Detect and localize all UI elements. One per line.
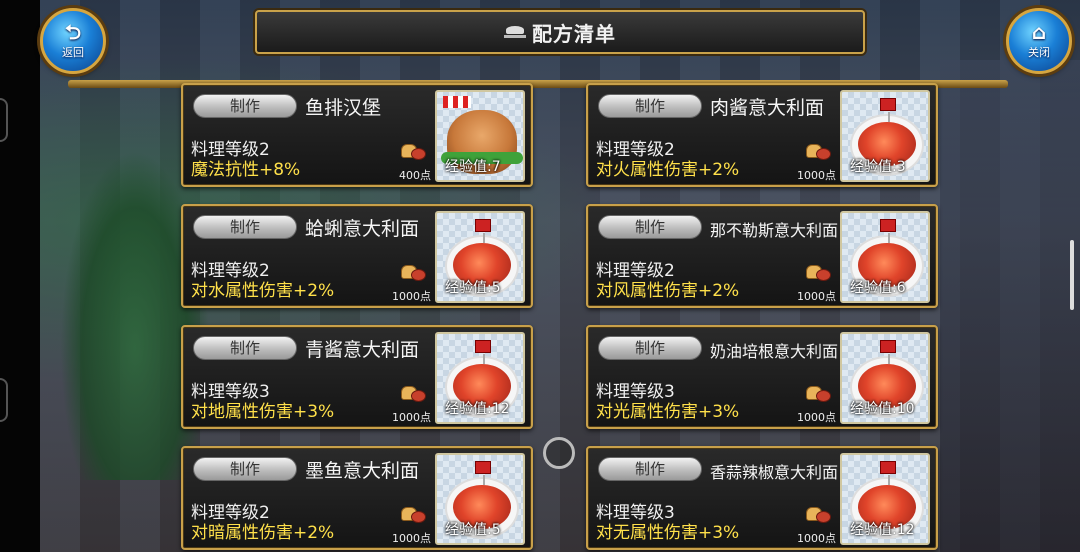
food-cost-icon bbox=[806, 382, 832, 404]
dish-effect: 对水属性伤害+2% bbox=[191, 281, 335, 301]
recipe-card: 制作 肉酱意大利面 料理等级2 对火属性伤害+2% 1000点 经验值:3 bbox=[586, 83, 938, 187]
home-icon: ⌂ bbox=[1031, 20, 1047, 44]
food-cost-icon bbox=[806, 503, 832, 525]
back-arrow-icon: ⮌ bbox=[64, 20, 82, 44]
close-button[interactable]: ⌂ 关闭 bbox=[1006, 8, 1072, 74]
make-button[interactable]: 制作 bbox=[193, 94, 297, 118]
dish-effect: 对暗属性伤害+2% bbox=[191, 523, 335, 543]
volume-down-key bbox=[0, 378, 8, 422]
dish-image-pasta: 经验值:10 bbox=[840, 332, 930, 424]
food-cost-icon bbox=[401, 261, 427, 283]
cost-points: 1000点 bbox=[797, 290, 836, 303]
touch-indicator bbox=[543, 437, 575, 469]
cost-points: 1000点 bbox=[392, 411, 431, 424]
dish-image-pasta: 经验值:3 bbox=[840, 90, 930, 182]
make-button[interactable]: 制作 bbox=[598, 94, 702, 118]
exp-value: 经验值:12 bbox=[445, 401, 510, 417]
dish-effect: 对光属性伤害+3% bbox=[596, 402, 740, 422]
cooking-pot-icon bbox=[504, 24, 526, 40]
dish-name: 青酱意大利面 bbox=[305, 339, 420, 361]
make-button[interactable]: 制作 bbox=[598, 457, 702, 481]
dish-effect: 对无属性伤害+3% bbox=[596, 523, 740, 543]
dish-image-pasta: 经验值:12 bbox=[435, 332, 525, 424]
cost-points: 400点 bbox=[399, 169, 431, 182]
dish-image-burger: 经验值:7 bbox=[435, 90, 525, 182]
recipe-card: 制作 奶油培根意大利面 料理等级3 对光属性伤害+3% 1000点 经验值:10 bbox=[586, 325, 938, 429]
dish-name: 肉酱意大利面 bbox=[710, 97, 825, 119]
dish-name: 墨鱼意大利面 bbox=[305, 460, 420, 482]
phone-bezel bbox=[0, 0, 40, 552]
dish-effect: 对火属性伤害+2% bbox=[596, 160, 740, 180]
recipe-card: 制作 墨鱼意大利面 料理等级2 对暗属性伤害+2% 1000点 经验值:5 bbox=[181, 446, 533, 550]
exp-value: 经验值:7 bbox=[445, 159, 501, 175]
dish-effect: 魔法抗性+8% bbox=[191, 160, 301, 180]
close-label: 关闭 bbox=[1028, 46, 1050, 59]
cost-points: 1000点 bbox=[797, 532, 836, 545]
recipe-card: 制作 青酱意大利面 料理等级3 对地属性伤害+3% 1000点 经验值:12 bbox=[181, 325, 533, 429]
cost-points: 1000点 bbox=[797, 411, 836, 424]
make-button[interactable]: 制作 bbox=[193, 215, 297, 239]
dish-image-pasta: 经验值:5 bbox=[435, 211, 525, 303]
background-wall bbox=[940, 60, 1080, 552]
page-title: 配方清单 bbox=[532, 21, 616, 46]
recipe-card: 制作 蛤蜊意大利面 料理等级2 对水属性伤害+2% 1000点 经验值:5 bbox=[181, 204, 533, 308]
dish-image-pasta: 经验值:12 bbox=[840, 453, 930, 545]
volume-up-key bbox=[0, 98, 8, 142]
dish-effect: 对风属性伤害+2% bbox=[596, 281, 740, 301]
food-cost-icon bbox=[806, 261, 832, 283]
exp-value: 经验值:6 bbox=[850, 280, 906, 296]
christmas-tree bbox=[60, 150, 210, 480]
make-button[interactable]: 制作 bbox=[193, 457, 297, 481]
exp-value: 经验值:12 bbox=[850, 522, 915, 538]
exp-value: 经验值:10 bbox=[850, 401, 915, 417]
make-button[interactable]: 制作 bbox=[193, 336, 297, 360]
exp-value: 经验值:5 bbox=[445, 522, 501, 538]
cost-points: 1000点 bbox=[797, 169, 836, 182]
make-button[interactable]: 制作 bbox=[598, 215, 702, 239]
dish-image-pasta: 经验值:5 bbox=[435, 453, 525, 545]
back-label: 返回 bbox=[62, 46, 84, 59]
dish-name: 蛤蜊意大利面 bbox=[305, 218, 420, 240]
dish-name: 那不勒斯意大利面 bbox=[710, 221, 839, 240]
recipe-card: 制作 那不勒斯意大利面 料理等级2 对风属性伤害+2% 1000点 经验值:6 bbox=[586, 204, 938, 308]
exp-value: 经验值:3 bbox=[850, 159, 906, 175]
food-cost-icon bbox=[401, 503, 427, 525]
dish-image-pasta: 经验值:6 bbox=[840, 211, 930, 303]
make-button[interactable]: 制作 bbox=[598, 336, 702, 360]
dish-name: 鱼排汉堡 bbox=[305, 97, 382, 119]
exp-value: 经验值:5 bbox=[445, 280, 501, 296]
title-bar: 配方清单 bbox=[255, 10, 865, 54]
cost-points: 1000点 bbox=[392, 532, 431, 545]
food-cost-icon bbox=[401, 382, 427, 404]
cost-points: 1000点 bbox=[392, 290, 431, 303]
food-cost-icon bbox=[806, 140, 832, 162]
dish-name: 香蒜辣椒意大利面 bbox=[710, 463, 839, 482]
food-cost-icon bbox=[401, 140, 427, 162]
dish-name: 奶油培根意大利面 bbox=[710, 342, 839, 361]
back-button[interactable]: ⮌ 返回 bbox=[40, 8, 106, 74]
recipe-card: 制作 香蒜辣椒意大利面 料理等级3 对无属性伤害+3% 1000点 经验值:12 bbox=[586, 446, 938, 550]
scrollbar-thumb[interactable] bbox=[1070, 240, 1074, 310]
dish-effect: 对地属性伤害+3% bbox=[191, 402, 335, 422]
recipe-card: 制作 鱼排汉堡 料理等级2 魔法抗性+8% 400点 经验值:7 bbox=[181, 83, 533, 187]
